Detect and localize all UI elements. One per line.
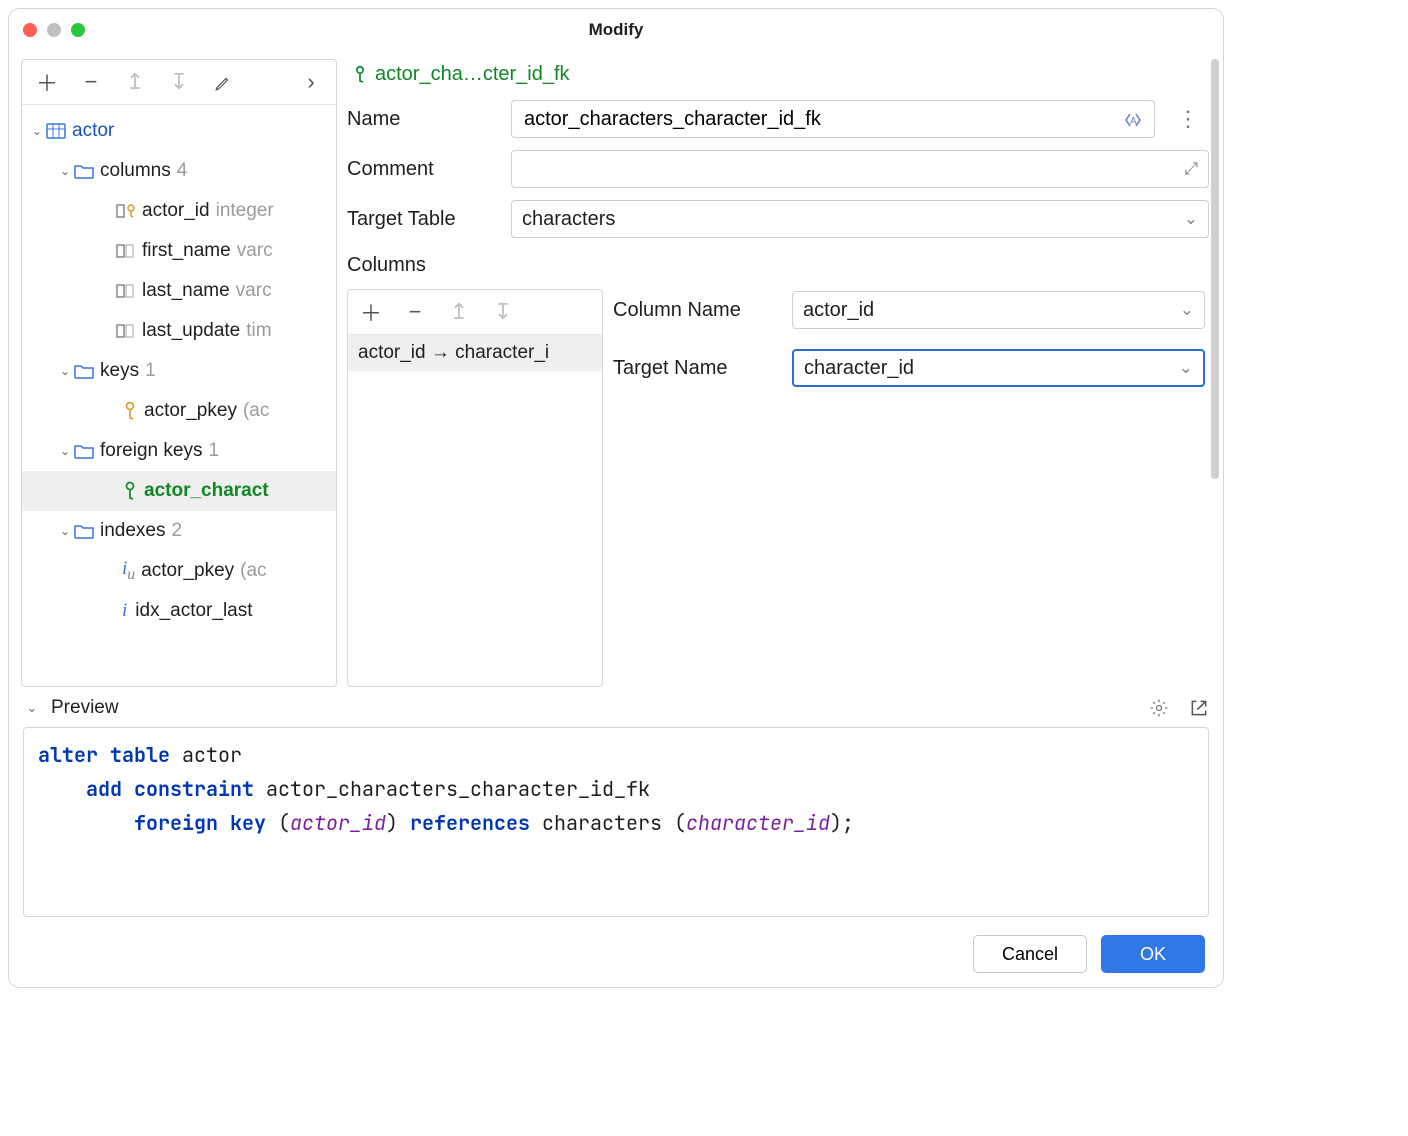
tree-column-row[interactable]: last_name varc: [22, 271, 336, 311]
folder-icon: [74, 360, 94, 382]
breadcrumb[interactable]: actor_cha…cter_id_fk: [353, 63, 1209, 86]
comment-input[interactable]: ⤢: [511, 150, 1209, 188]
modify-dialog: Modify ＋ − ↥ ↧ › ⌄: [8, 8, 1224, 988]
tree-column-row[interactable]: last_update tim: [22, 311, 336, 351]
add-icon[interactable]: ＋: [360, 296, 382, 328]
dialog-footer: Cancel OK: [9, 927, 1223, 987]
tree-group-columns[interactable]: ⌄ columns 4: [22, 151, 336, 191]
tree-group-foreign-keys[interactable]: ⌄ foreign keys 1: [22, 431, 336, 471]
ok-button[interactable]: OK: [1101, 935, 1205, 973]
collapse-preview-icon[interactable]: ⌄: [23, 700, 41, 716]
target-table-select[interactable]: characters ⌄: [511, 200, 1209, 238]
chevron-down-icon: ⌄: [1180, 300, 1194, 320]
tree-column-row[interactable]: actor_id integer: [22, 191, 336, 231]
column-mapping-item[interactable]: actor_id → character_i: [348, 335, 602, 371]
tree-toolbar: ＋ − ↥ ↧ ›: [22, 60, 336, 105]
index-icon: i: [122, 600, 127, 622]
structure-tree[interactable]: ⌄ actor ⌄ columns 4: [22, 105, 336, 686]
column-icon: [116, 242, 138, 260]
structure-tree-panel: ＋ − ↥ ↧ › ⌄ actor: [21, 59, 337, 687]
column-icon: [116, 282, 138, 300]
details-panel: actor_cha…cter_id_fk Name A ⋮ Comment: [347, 59, 1209, 687]
expand-comment-icon[interactable]: ⤢: [1184, 159, 1198, 179]
tree-group-keys[interactable]: ⌄ keys 1: [22, 351, 336, 391]
columns-section-label: Columns: [347, 254, 1209, 277]
column-icon: [116, 322, 138, 340]
preview-label: Preview: [51, 697, 119, 719]
key-icon: [122, 401, 138, 421]
settings-icon[interactable]: [1149, 697, 1169, 719]
preview-section: ⌄ Preview alter table actor add constrai…: [23, 697, 1209, 917]
edit-icon[interactable]: [212, 69, 234, 95]
remove-icon[interactable]: −: [404, 299, 426, 325]
foreign-key-icon: [353, 65, 367, 85]
sql-preview[interactable]: alter table actor add constraint actor_c…: [23, 727, 1209, 917]
more-options-icon[interactable]: ⋮: [1169, 106, 1209, 132]
remove-icon[interactable]: −: [80, 69, 102, 95]
foreign-key-icon: [122, 481, 138, 501]
title-bar: Modify: [9, 9, 1223, 51]
tree-group-indexes[interactable]: ⌄ indexes 2: [22, 511, 336, 551]
column-mapping-list: ＋ − ↥ ↧ actor_id → character_i: [347, 289, 603, 687]
pk-column-icon: [116, 202, 138, 220]
regen-name-icon[interactable]: A: [1122, 109, 1144, 129]
window-title: Modify: [9, 20, 1223, 40]
column-name-label: Column Name: [613, 299, 778, 322]
up-icon: ↥: [124, 69, 146, 95]
cancel-button[interactable]: Cancel: [973, 935, 1087, 973]
folder-icon: [74, 160, 94, 182]
index-icon: iu: [122, 558, 135, 584]
tree-index-row[interactable]: iu actor_pkey (ac: [22, 551, 336, 591]
target-table-label: Target Table: [347, 208, 497, 231]
chevron-down-icon: ⌄: [1184, 209, 1198, 229]
down-icon: ↧: [492, 299, 514, 325]
table-icon: [46, 122, 66, 140]
target-name-select[interactable]: character_id ⌄: [792, 349, 1205, 387]
tree-table-row[interactable]: ⌄ actor: [22, 111, 336, 151]
open-externally-icon[interactable]: [1189, 697, 1209, 719]
name-label: Name: [347, 108, 497, 131]
tree-foreign-key-row[interactable]: actor_charact: [22, 471, 336, 511]
tree-index-row[interactable]: i idx_actor_last: [22, 591, 336, 631]
tree-table-name: actor: [72, 120, 114, 142]
expand-icon[interactable]: ›: [300, 69, 322, 95]
svg-text:A: A: [1130, 116, 1137, 127]
tree-column-row[interactable]: first_name varc: [22, 231, 336, 271]
name-input[interactable]: A: [511, 100, 1155, 138]
column-name-select[interactable]: actor_id ⌄: [792, 291, 1205, 329]
column-list-toolbar: ＋ − ↥ ↧: [348, 290, 602, 335]
up-icon: ↥: [448, 299, 470, 325]
folder-icon: [74, 440, 94, 462]
comment-label: Comment: [347, 158, 497, 181]
target-name-label: Target Name: [613, 357, 778, 380]
tree-key-row[interactable]: actor_pkey (ac: [22, 391, 336, 431]
folder-icon: [74, 520, 94, 542]
scrollbar[interactable]: [1211, 59, 1219, 479]
down-icon: ↧: [168, 69, 190, 95]
chevron-down-icon: ⌄: [1179, 358, 1193, 378]
add-icon[interactable]: ＋: [36, 66, 58, 98]
